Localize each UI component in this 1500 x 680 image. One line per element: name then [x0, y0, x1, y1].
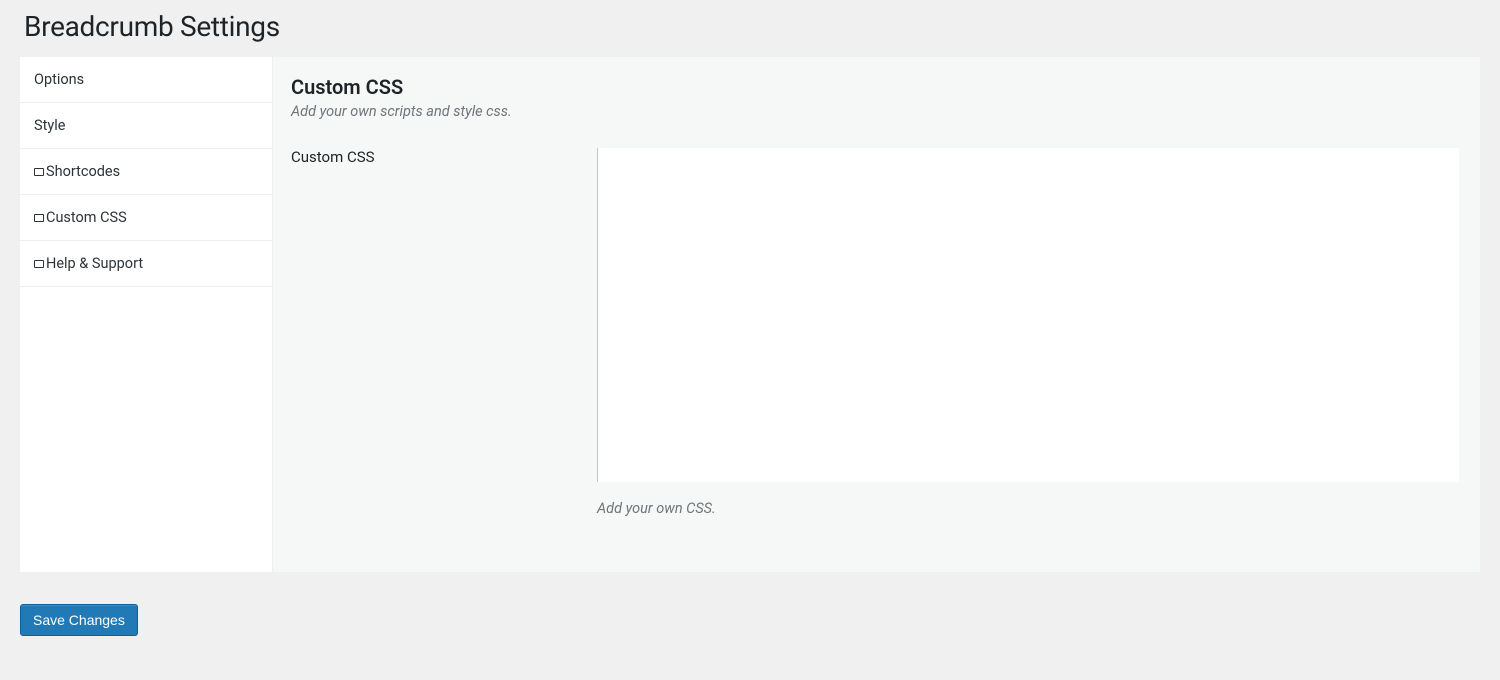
sidebar-item-label: Options [34, 71, 84, 88]
settings-sidebar: Options Style Shortcodes Custom CSS Help… [20, 57, 272, 572]
custom-css-helper: Add your own CSS. [597, 500, 1462, 517]
sidebar-item-shortcodes[interactable]: Shortcodes [20, 149, 272, 195]
square-icon [34, 214, 44, 222]
sidebar-item-custom-css[interactable]: Custom CSS [20, 195, 272, 241]
section-subtitle: Add your own scripts and style css. [291, 103, 1462, 120]
sidebar-item-help-support[interactable]: Help & Support [20, 241, 272, 287]
page-title: Breadcrumb Settings [24, 10, 1480, 43]
sidebar-item-label: Custom CSS [46, 209, 127, 226]
sidebar-item-label: Help & Support [46, 255, 143, 272]
square-icon [34, 168, 44, 176]
settings-panel: Options Style Shortcodes Custom CSS Help… [20, 57, 1480, 572]
custom-css-row: Custom CSS Add your own CSS. [291, 148, 1462, 517]
sidebar-item-label: Style [34, 117, 65, 134]
section-title: Custom CSS [291, 75, 1462, 99]
sidebar-item-label: Shortcodes [46, 163, 120, 180]
sidebar-item-style[interactable]: Style [20, 103, 272, 149]
custom-css-label: Custom CSS [291, 148, 597, 166]
save-changes-button[interactable]: Save Changes [20, 604, 138, 636]
sidebar-item-options[interactable]: Options [20, 57, 272, 103]
settings-content: Custom CSS Add your own scripts and styl… [272, 57, 1480, 572]
custom-css-textarea[interactable] [597, 148, 1459, 482]
square-icon [34, 260, 44, 268]
